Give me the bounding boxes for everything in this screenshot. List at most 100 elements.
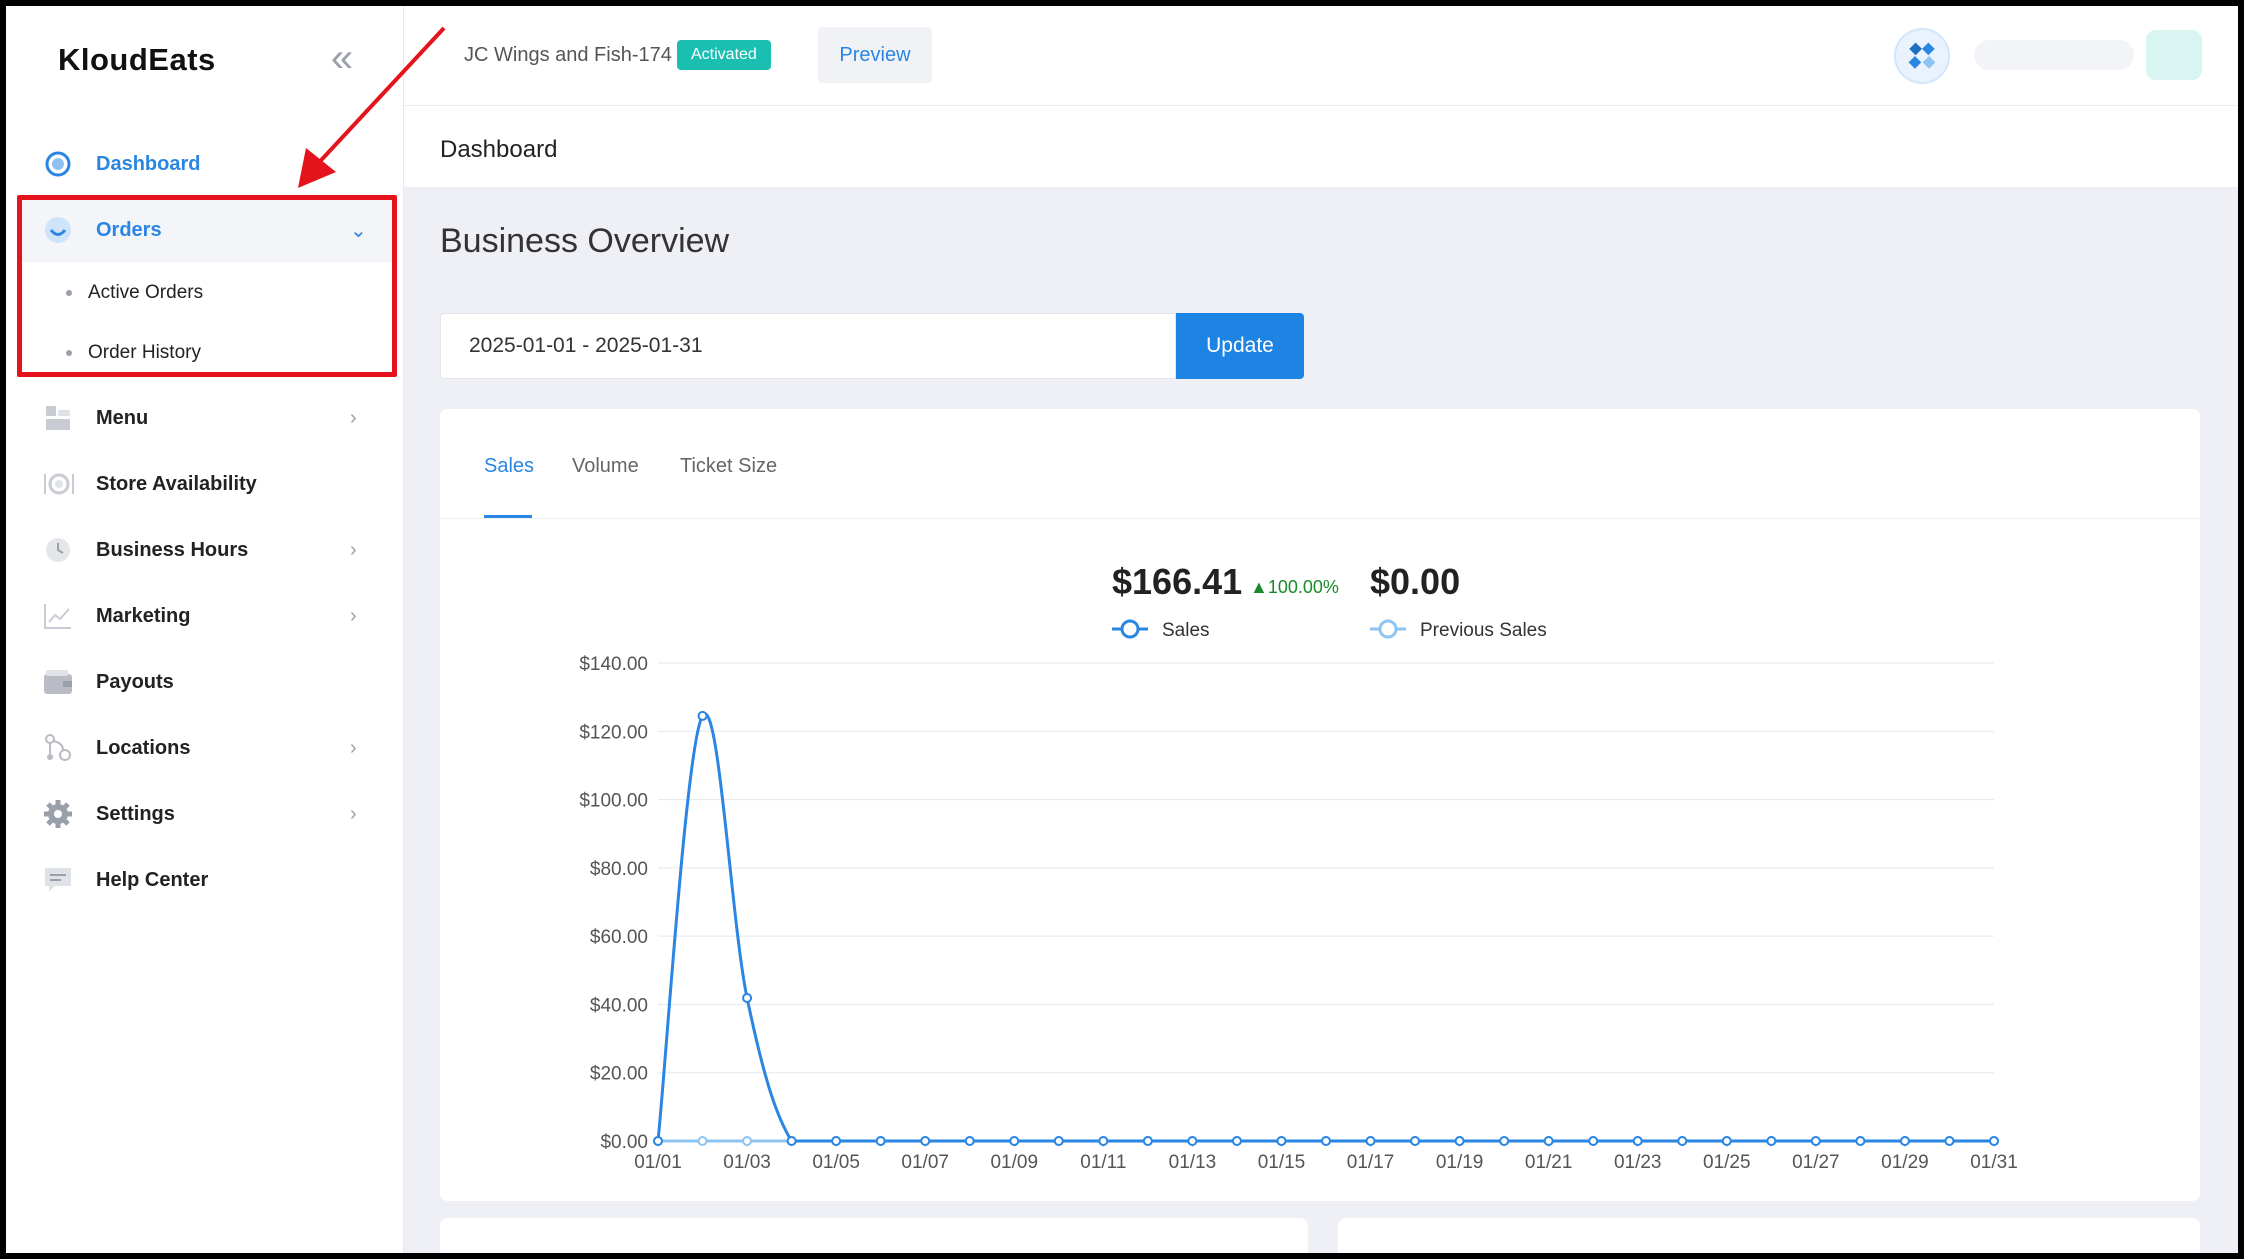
data-point xyxy=(1009,1136,1020,1146)
data-point xyxy=(1632,1136,1643,1146)
clock-icon xyxy=(42,534,74,566)
y-tick-label: $80.00 xyxy=(590,859,648,880)
tab-volume[interactable]: Volume xyxy=(572,455,639,478)
data-point xyxy=(1053,1136,1064,1146)
sidebar-item-menu[interactable]: Menu › xyxy=(6,386,404,450)
x-tick-label: 01/25 xyxy=(1703,1152,1751,1173)
data-point xyxy=(742,992,753,1003)
chevron-right-icon: › xyxy=(350,406,357,429)
data-point xyxy=(1855,1136,1866,1146)
chevron-right-icon: › xyxy=(350,538,357,561)
series-line-sales xyxy=(656,712,1994,1143)
gear-icon xyxy=(42,798,74,830)
sidebar-item-store-availability[interactable]: Store Availability xyxy=(6,452,404,516)
data-point xyxy=(1543,1136,1554,1146)
data-point xyxy=(875,1136,886,1146)
sidebar-item-locations[interactable]: Locations › xyxy=(6,716,404,780)
sidebar-item-label: Dashboard xyxy=(96,152,201,175)
chart-line-icon xyxy=(42,600,74,632)
data-point xyxy=(1899,1136,1910,1146)
sidebar-item-label: Locations xyxy=(96,736,191,759)
y-tick-label: $140.00 xyxy=(579,654,648,675)
x-tick-label: 01/19 xyxy=(1436,1152,1484,1173)
x-tick-label: 01/21 xyxy=(1525,1152,1573,1173)
chevron-right-icon: › xyxy=(350,604,357,627)
sidebar-item-label: Settings xyxy=(96,802,175,825)
x-tick-label: 01/03 xyxy=(723,1152,771,1173)
data-point xyxy=(1588,1136,1599,1146)
data-point xyxy=(1499,1136,1510,1146)
x-tick-label: 01/27 xyxy=(1792,1152,1840,1173)
legend-sales-marker xyxy=(1112,619,1148,639)
bottom-card-right xyxy=(1338,1218,2200,1253)
sidebar-item-label: Menu xyxy=(96,406,149,429)
page-title: Dashboard xyxy=(440,136,558,163)
tab-underline xyxy=(484,515,532,518)
sidebar-item-help-center[interactable]: Help Center xyxy=(6,848,404,912)
data-point xyxy=(697,1136,708,1146)
x-tick-label: 01/01 xyxy=(634,1152,682,1173)
tab-sales[interactable]: Sales xyxy=(484,455,534,478)
bottom-card-left xyxy=(440,1218,1308,1253)
status-badge: Activated xyxy=(677,40,771,70)
sidebar-item-label: Help Center xyxy=(96,868,209,891)
x-tick-label: 01/13 xyxy=(1169,1152,1217,1173)
wallet-icon xyxy=(42,666,74,698)
data-point xyxy=(964,1136,975,1146)
tab-ticket-size[interactable]: Ticket Size xyxy=(680,455,777,478)
sidebar-item-label: Business Hours xyxy=(96,538,249,561)
highlight-annotation xyxy=(17,195,397,377)
x-tick-label: 01/15 xyxy=(1258,1152,1306,1173)
y-tick-label: $20.00 xyxy=(590,1064,648,1085)
locations-icon xyxy=(42,732,74,764)
chart-grid xyxy=(658,662,1994,1142)
sales-total: $166.41 xyxy=(1112,561,1242,602)
chevron-right-icon: › xyxy=(350,802,357,825)
chart-series xyxy=(653,710,1999,1146)
data-point xyxy=(1187,1136,1198,1146)
data-point xyxy=(920,1136,931,1146)
data-point xyxy=(1321,1136,1331,1146)
previous-sales-total: $0.00 xyxy=(1370,561,1460,602)
avatar[interactable] xyxy=(2146,30,2202,80)
x-tick-label: 01/17 xyxy=(1347,1152,1395,1173)
legend-sales-label: Sales xyxy=(1162,620,1210,641)
sidebar-item-business-hours[interactable]: Business Hours › xyxy=(6,518,404,582)
sales-change: ▲100.00% xyxy=(1250,577,1339,597)
menu-icon xyxy=(42,402,74,434)
preview-button[interactable]: Preview xyxy=(818,27,932,83)
date-range-input[interactable]: 2025-01-01 - 2025-01-31 xyxy=(440,313,1176,379)
data-point xyxy=(653,1136,663,1146)
chart-card: Sales Volume Ticket Size $166.41 ▲100.00… xyxy=(440,409,2200,1201)
update-button[interactable]: Update xyxy=(1176,313,1304,379)
sidebar-item-payouts[interactable]: Payouts xyxy=(6,650,404,714)
x-tick-label: 01/29 xyxy=(1881,1152,1929,1173)
store-availability-icon xyxy=(42,468,74,500)
data-point xyxy=(1677,1136,1688,1146)
brand-avatar[interactable] xyxy=(1894,28,1950,84)
data-point xyxy=(742,1136,753,1146)
sidebar-item-settings[interactable]: Settings › xyxy=(6,782,404,846)
x-tick-label: 01/05 xyxy=(812,1152,860,1173)
y-tick-label: $0.00 xyxy=(600,1132,648,1153)
page-header: Dashboard xyxy=(404,106,2238,187)
x-tick-label: 01/11 xyxy=(1080,1152,1126,1173)
data-point xyxy=(1410,1136,1421,1146)
sidebar-item-marketing[interactable]: Marketing › xyxy=(6,584,404,648)
data-point xyxy=(1231,1136,1242,1146)
app-window: KloudEats « Dashboard Orders ⌄ Active Or… xyxy=(6,6,2238,1253)
y-tick-label: $60.00 xyxy=(590,927,648,948)
y-tick-label: $40.00 xyxy=(590,995,648,1016)
logo: KloudEats xyxy=(58,42,216,77)
sidebar-item-label: Payouts xyxy=(96,670,174,693)
kloud-logo-icon xyxy=(1908,42,1936,69)
legend-previous-label: Previous Sales xyxy=(1420,620,1547,641)
data-point xyxy=(1365,1136,1376,1146)
data-point xyxy=(1454,1136,1465,1146)
data-point xyxy=(1721,1136,1732,1146)
user-menu[interactable] xyxy=(1974,40,2134,70)
chart-tabs: Sales Volume Ticket Size xyxy=(440,409,2200,519)
x-tick-label: 01/31 xyxy=(1970,1152,2018,1173)
sidebar-item-label: Marketing xyxy=(96,604,191,627)
data-point xyxy=(786,1136,797,1146)
